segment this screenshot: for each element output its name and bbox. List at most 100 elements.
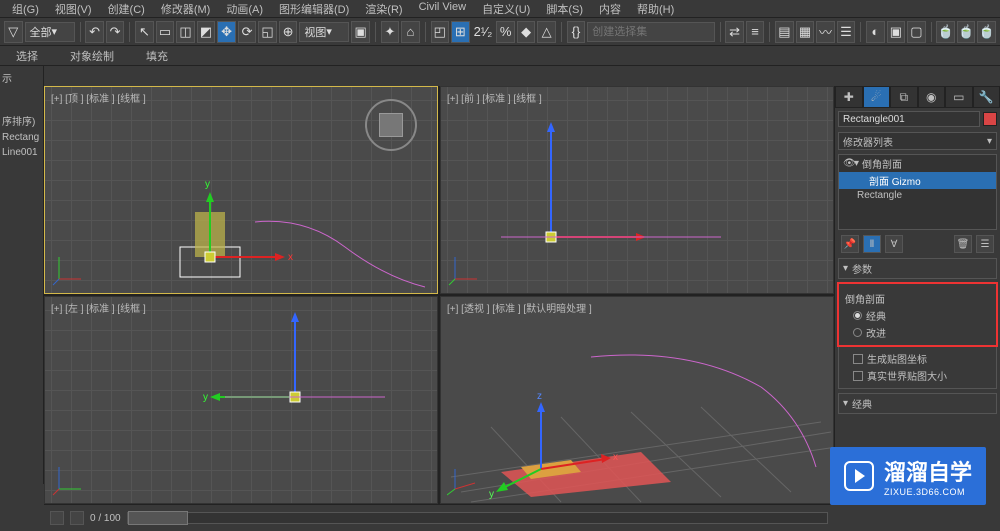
mirror-button[interactable]: ⇄ — [725, 21, 744, 43]
modifier-stack[interactable]: 👁▾倒角剖面 剖面 Gizmo Rectangle — [838, 154, 997, 230]
rotate-button[interactable]: ⟳ — [238, 21, 257, 43]
svg-text:y: y — [203, 392, 208, 403]
viewport-top[interactable]: [+] [顶 ] [标准 ] [线框 ] y x — [44, 86, 438, 294]
make-unique-button[interactable]: ∀ — [885, 235, 903, 253]
menu-customize[interactable]: 自定义(U) — [474, 0, 538, 17]
viewport-perspective[interactable]: [+] [透视 ] [标准 ] [默认明暗处理 ] z x y — [440, 296, 834, 504]
rollout-header-params[interactable]: ▾ 参数 — [838, 258, 997, 279]
redo-button[interactable]: ↷ — [106, 21, 125, 43]
menu-view[interactable]: 视图(V) — [47, 0, 100, 17]
render-activeshade-button[interactable]: 🍵 — [977, 21, 996, 43]
mod-subitem-gizmo[interactable]: 剖面 Gizmo — [839, 172, 996, 189]
scene-item-rect[interactable]: Rectang — [2, 130, 41, 145]
menu-scripting[interactable]: 脚本(S) — [538, 0, 591, 17]
angle-snap-label: 2¹⁄₂ — [472, 24, 495, 39]
tab-motion[interactable]: ◉ — [918, 86, 946, 108]
radio-improved[interactable]: 改进 — [845, 324, 990, 341]
pin-stack-button[interactable]: 📌 — [841, 235, 859, 253]
viewport-left[interactable]: [+] [左 ] [标准 ] [线框 ] y — [44, 296, 438, 504]
menu-animation[interactable]: 动画(A) — [218, 0, 271, 17]
move-button[interactable]: ✥ — [217, 21, 236, 43]
menu-rendering[interactable]: 渲染(R) — [357, 0, 410, 17]
time-label: 0 / 100 — [90, 513, 121, 524]
snaps-toggle-button[interactable]: ◰ — [431, 21, 450, 43]
select-crossing-button[interactable]: ◩ — [197, 21, 216, 43]
radio-classic[interactable]: 经典 — [845, 307, 990, 324]
menu-content[interactable]: 内容 — [591, 0, 629, 17]
scale-button[interactable]: ◱ — [258, 21, 277, 43]
undo-button[interactable]: ↶ — [85, 21, 104, 43]
configure-sets-button[interactable]: ☰ — [976, 235, 994, 253]
modifier-list-dropdown[interactable]: 修改器列表▾ — [838, 132, 997, 150]
scene-sort-label: 序排序) — [2, 111, 41, 130]
check-gen-mapping[interactable]: 生成贴图坐标 — [845, 350, 990, 367]
svg-text:x: x — [613, 452, 618, 463]
snaps-3d-button[interactable]: ⊞ — [451, 21, 470, 43]
axis-tripod-icon — [51, 457, 91, 497]
ribbon-object-paint[interactable]: 对象绘制 — [64, 46, 120, 65]
curve-editor-button[interactable]: 〰 — [816, 21, 835, 43]
placement-button[interactable]: ⊕ — [279, 21, 298, 43]
rollout-classic: ▾ 经典 — [838, 393, 997, 414]
tab-hierarchy[interactable]: ⧉ — [890, 86, 918, 108]
menu-group[interactable]: 组(G) — [4, 0, 47, 17]
align-button[interactable]: ≡ — [746, 21, 765, 43]
named-selection-set-input[interactable] — [587, 22, 714, 42]
spinner-snap-button[interactable]: ◆ — [517, 21, 536, 43]
viewport-label-left: [+] [左 ] [标准 ] [线框 ] — [51, 300, 146, 315]
check-real-world[interactable]: 真实世界贴图大小 — [845, 367, 990, 384]
menu-help[interactable]: 帮助(H) — [629, 0, 682, 17]
time-thumb[interactable] — [128, 511, 188, 525]
command-panel: ✚ ☄ ⧉ ◉ ▭ 🔧 修改器列表▾ 👁▾倒角剖面 剖面 Gizmo Recta… — [834, 86, 1000, 504]
show-end-result-button[interactable]: Ⅱ — [863, 235, 881, 253]
selection-filter-dropdown[interactable]: 全部 ▾ — [25, 22, 75, 42]
tab-create[interactable]: ✚ — [835, 86, 863, 108]
layer-explorer-button[interactable]: ▤ — [775, 21, 794, 43]
viewport-top-content: y x — [45, 87, 437, 293]
render-prod-button[interactable]: 🍵 — [936, 21, 955, 43]
keyboard-shortcut-button[interactable]: ⌂ — [401, 21, 420, 43]
percent-snap-button[interactable]: % — [496, 21, 515, 43]
rendered-frame-button[interactable]: ▢ — [907, 21, 926, 43]
ref-coord-dropdown[interactable]: 视图 ▾ — [299, 22, 349, 42]
object-name-input[interactable] — [838, 111, 980, 127]
schematic-view-button[interactable]: ☰ — [837, 21, 856, 43]
viewport-front[interactable]: [+] [前 ] [标准 ] [线框 ] — [440, 86, 834, 294]
menu-create[interactable]: 创建(C) — [100, 0, 153, 17]
object-color-swatch[interactable] — [983, 112, 997, 126]
pivot-button[interactable]: ▣ — [351, 21, 370, 43]
select-manipulate-button[interactable]: ✦ — [381, 21, 400, 43]
material-editor-button[interactable]: ◐ — [866, 21, 885, 43]
named-sel-button[interactable]: {} — [567, 21, 586, 43]
remove-modifier-button[interactable]: 🗑 — [954, 235, 972, 253]
viewport-label-front: [+] [前 ] [标准 ] [线框 ] — [447, 90, 542, 105]
edged-faces-button[interactable]: △ — [537, 21, 556, 43]
render-setup-button[interactable]: ▣ — [887, 21, 906, 43]
tab-modify[interactable]: ☄ — [863, 86, 891, 108]
mod-item-rectangle[interactable]: Rectangle — [839, 189, 996, 202]
select-rect-button[interactable]: ▭ — [156, 21, 175, 43]
watermark: 溜溜自学 ZIXUE.3D66.COM — [830, 447, 986, 505]
toggle-ribbon-button[interactable]: ▦ — [796, 21, 815, 43]
viewport-left-content: y — [45, 297, 437, 503]
menu-graph-editors[interactable]: 图形编辑器(D) — [271, 0, 357, 17]
viewport-persp-content: z x y — [441, 297, 833, 503]
modifier-stack-tools: 📌 Ⅱ ∀ 🗑 ☰ — [835, 232, 1000, 256]
mod-item-bevel-profile[interactable]: 👁▾倒角剖面 — [839, 155, 996, 172]
ribbon-select[interactable]: 选择 — [10, 46, 44, 65]
render-iterative-button[interactable]: 🍵 — [957, 21, 976, 43]
scene-item-line[interactable]: Line001 — [2, 145, 41, 160]
rollout-header-classic[interactable]: ▾ 经典 — [838, 393, 997, 414]
select-object-button[interactable]: ↖ — [135, 21, 154, 43]
main-toolbar: ▽ 全部 ▾ ↶ ↷ ↖ ▭ ◫ ◩ ✥ ⟳ ◱ ⊕ 视图 ▾ ▣ ✦ ⌂ ◰ … — [0, 18, 1000, 46]
filter-icon[interactable]: ▽ — [4, 21, 23, 43]
next-key-button[interactable] — [70, 511, 84, 525]
menu-modifiers[interactable]: 修改器(M) — [153, 0, 219, 17]
prev-key-button[interactable] — [50, 511, 64, 525]
tab-utilities[interactable]: 🔧 — [973, 86, 1000, 108]
ribbon-populate[interactable]: 填充 — [140, 46, 174, 65]
tab-display[interactable]: ▭ — [945, 86, 973, 108]
menu-civil-view[interactable]: Civil View — [411, 0, 474, 17]
select-window-button[interactable]: ◫ — [176, 21, 195, 43]
time-track[interactable] — [127, 512, 828, 524]
